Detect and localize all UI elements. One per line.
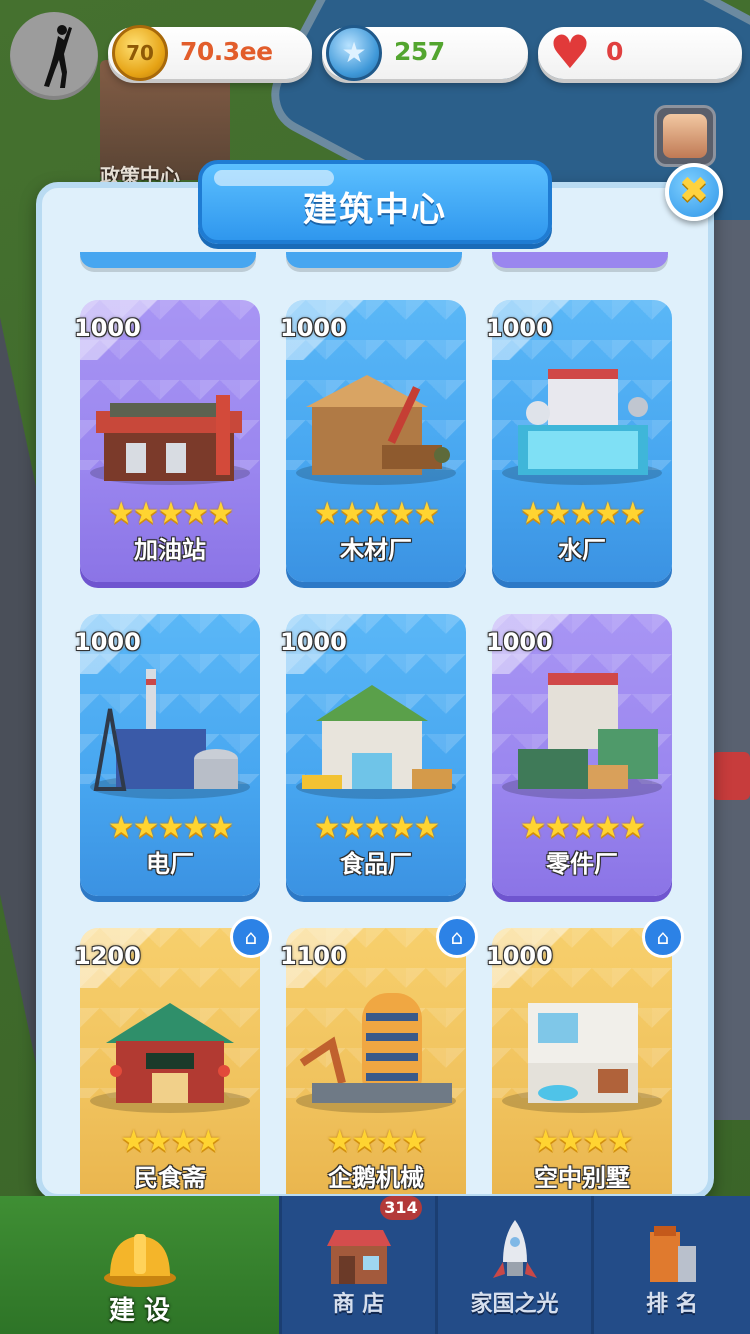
tab-build-label: 建 设 [108,1296,171,1326]
close-button[interactable]: ✖ [665,163,723,221]
friends-button[interactable] [654,105,716,167]
coin-value: 70.3ee [180,37,273,66]
card-price: 1000 [280,314,347,342]
tab-build[interactable]: 建 设 [0,1196,282,1334]
home-badge-icon: ⌂ [436,916,478,958]
card-price: 1000 [74,628,141,656]
basketball-player-silhouette-icon [44,25,72,88]
home-badge-icon: ⌂ [230,916,272,958]
food-factory-icon [296,685,456,799]
gas-station-icon [90,395,250,485]
heart-counter[interactable]: ♥ 0 [538,25,742,79]
shop-count-badge: 314 [380,1196,422,1220]
card-price: 1100 [280,942,347,970]
star-rating: ★★★★★ [107,810,234,845]
shop-icon [326,1230,391,1284]
building-card[interactable]: 1000 ★★★★★ 木材厂 [280,300,466,582]
card-price: 1000 [486,942,553,970]
star-rating: ★★★★★ [313,496,440,531]
building-card[interactable]: 1100 ★★★★ 企鹅机械 ⌂ [280,916,478,1194]
rocket-icon [492,1220,537,1278]
coin-counter[interactable]: 70 70.3ee [108,25,312,81]
player-avatar[interactable] [10,12,98,100]
card-price: 1000 [74,314,141,342]
card-name: 空中别墅 [534,1164,630,1192]
card-price: 1200 [74,942,141,970]
card-price: 1000 [486,628,553,656]
card-name: 木材厂 [340,536,412,564]
card-name: 零件厂 [546,850,618,878]
previous-row-card[interactable] [286,252,462,268]
star-rating: ★★★★★ [519,810,646,845]
building-card[interactable]: 1000 ★★★★ 空中别墅 ⌂ [486,916,684,1194]
building-card[interactable]: 1000 ★★★★★ 零件厂 [486,614,672,896]
panel-title-bar: 建筑中心 [198,160,552,244]
parts-factory-icon [502,673,662,799]
lumber-mill-icon [296,375,456,485]
card-name: 企鹅机械 [328,1164,424,1192]
restaurant-icon [90,1003,250,1113]
card-name: 水厂 [558,536,606,564]
building-card[interactable]: 1000 ★★★★★ 加油站 [74,300,260,582]
tab-shop-label: 商 店 [332,1292,385,1317]
heart-value: 0 [606,37,623,66]
friends-icon [663,114,707,158]
water-plant-icon [502,369,662,485]
building-card[interactable]: 1200 ★★★★ 民食斋 ⌂ [74,916,272,1194]
star-rating: ★★★★ [326,1124,428,1159]
card-name: 电厂 [146,850,194,878]
map-sign [712,752,750,800]
machinery-tower-icon [296,993,456,1113]
building-card[interactable]: 1000 ★★★★★ 电厂 [74,614,260,896]
star-value: 257 [394,37,445,66]
card-name: 民食斋 [134,1164,206,1192]
tab-ranking[interactable]: 排 名 [594,1196,750,1334]
tab-national-glory-label: 家国之光 [470,1292,559,1317]
power-plant-icon [90,669,250,799]
star-counter[interactable]: ★ 257 [322,25,528,81]
close-icon: ✖ [678,170,710,211]
building-center-panel: 1000 ★★★★★ 加油站 1000 ★★★★★ 木材厂 1000 ★★★★★ 水厂 1000 ★… [36,182,714,1200]
ranking-icon [650,1226,696,1282]
home-badge-icon: ⌂ [642,916,684,958]
card-price: 1000 [280,628,347,656]
building-card[interactable]: 1000 ★★★★★ 水厂 [486,300,672,582]
previous-row-card[interactable] [80,252,256,268]
star-rating: ★★★★ [532,1124,634,1159]
star-rating: ★★★★★ [519,496,646,531]
villa-icon [502,1003,662,1113]
star-icon: ★ [326,25,382,81]
building-card[interactable]: 1000 ★★★★★ 食品厂 [280,614,466,896]
card-name: 食品厂 [340,850,412,878]
tab-ranking-label: 排 名 [646,1292,698,1317]
tab-national-glory[interactable]: 家国之光 [438,1196,594,1334]
star-rating: ★★★★★ [107,496,234,531]
card-price: 1000 [486,314,553,342]
card-name: 加油站 [134,536,206,564]
star-rating: ★★★★ [120,1124,222,1159]
building-grid[interactable]: 1000 ★★★★★ 加油站 1000 ★★★★★ 木材厂 1000 ★★★★★ 水厂 1000 ★… [42,188,708,1194]
panel-title: 建筑中心 [303,190,447,230]
previous-row-card[interactable] [492,252,668,268]
coin-icon: 70 [112,25,168,81]
bottom-nav: 建 设 商 店 家国之光 排 名 [0,1196,750,1334]
hard-hat-icon [103,1234,176,1287]
star-rating: ★★★★★ [313,810,440,845]
heart-icon: ♥ [549,25,591,79]
